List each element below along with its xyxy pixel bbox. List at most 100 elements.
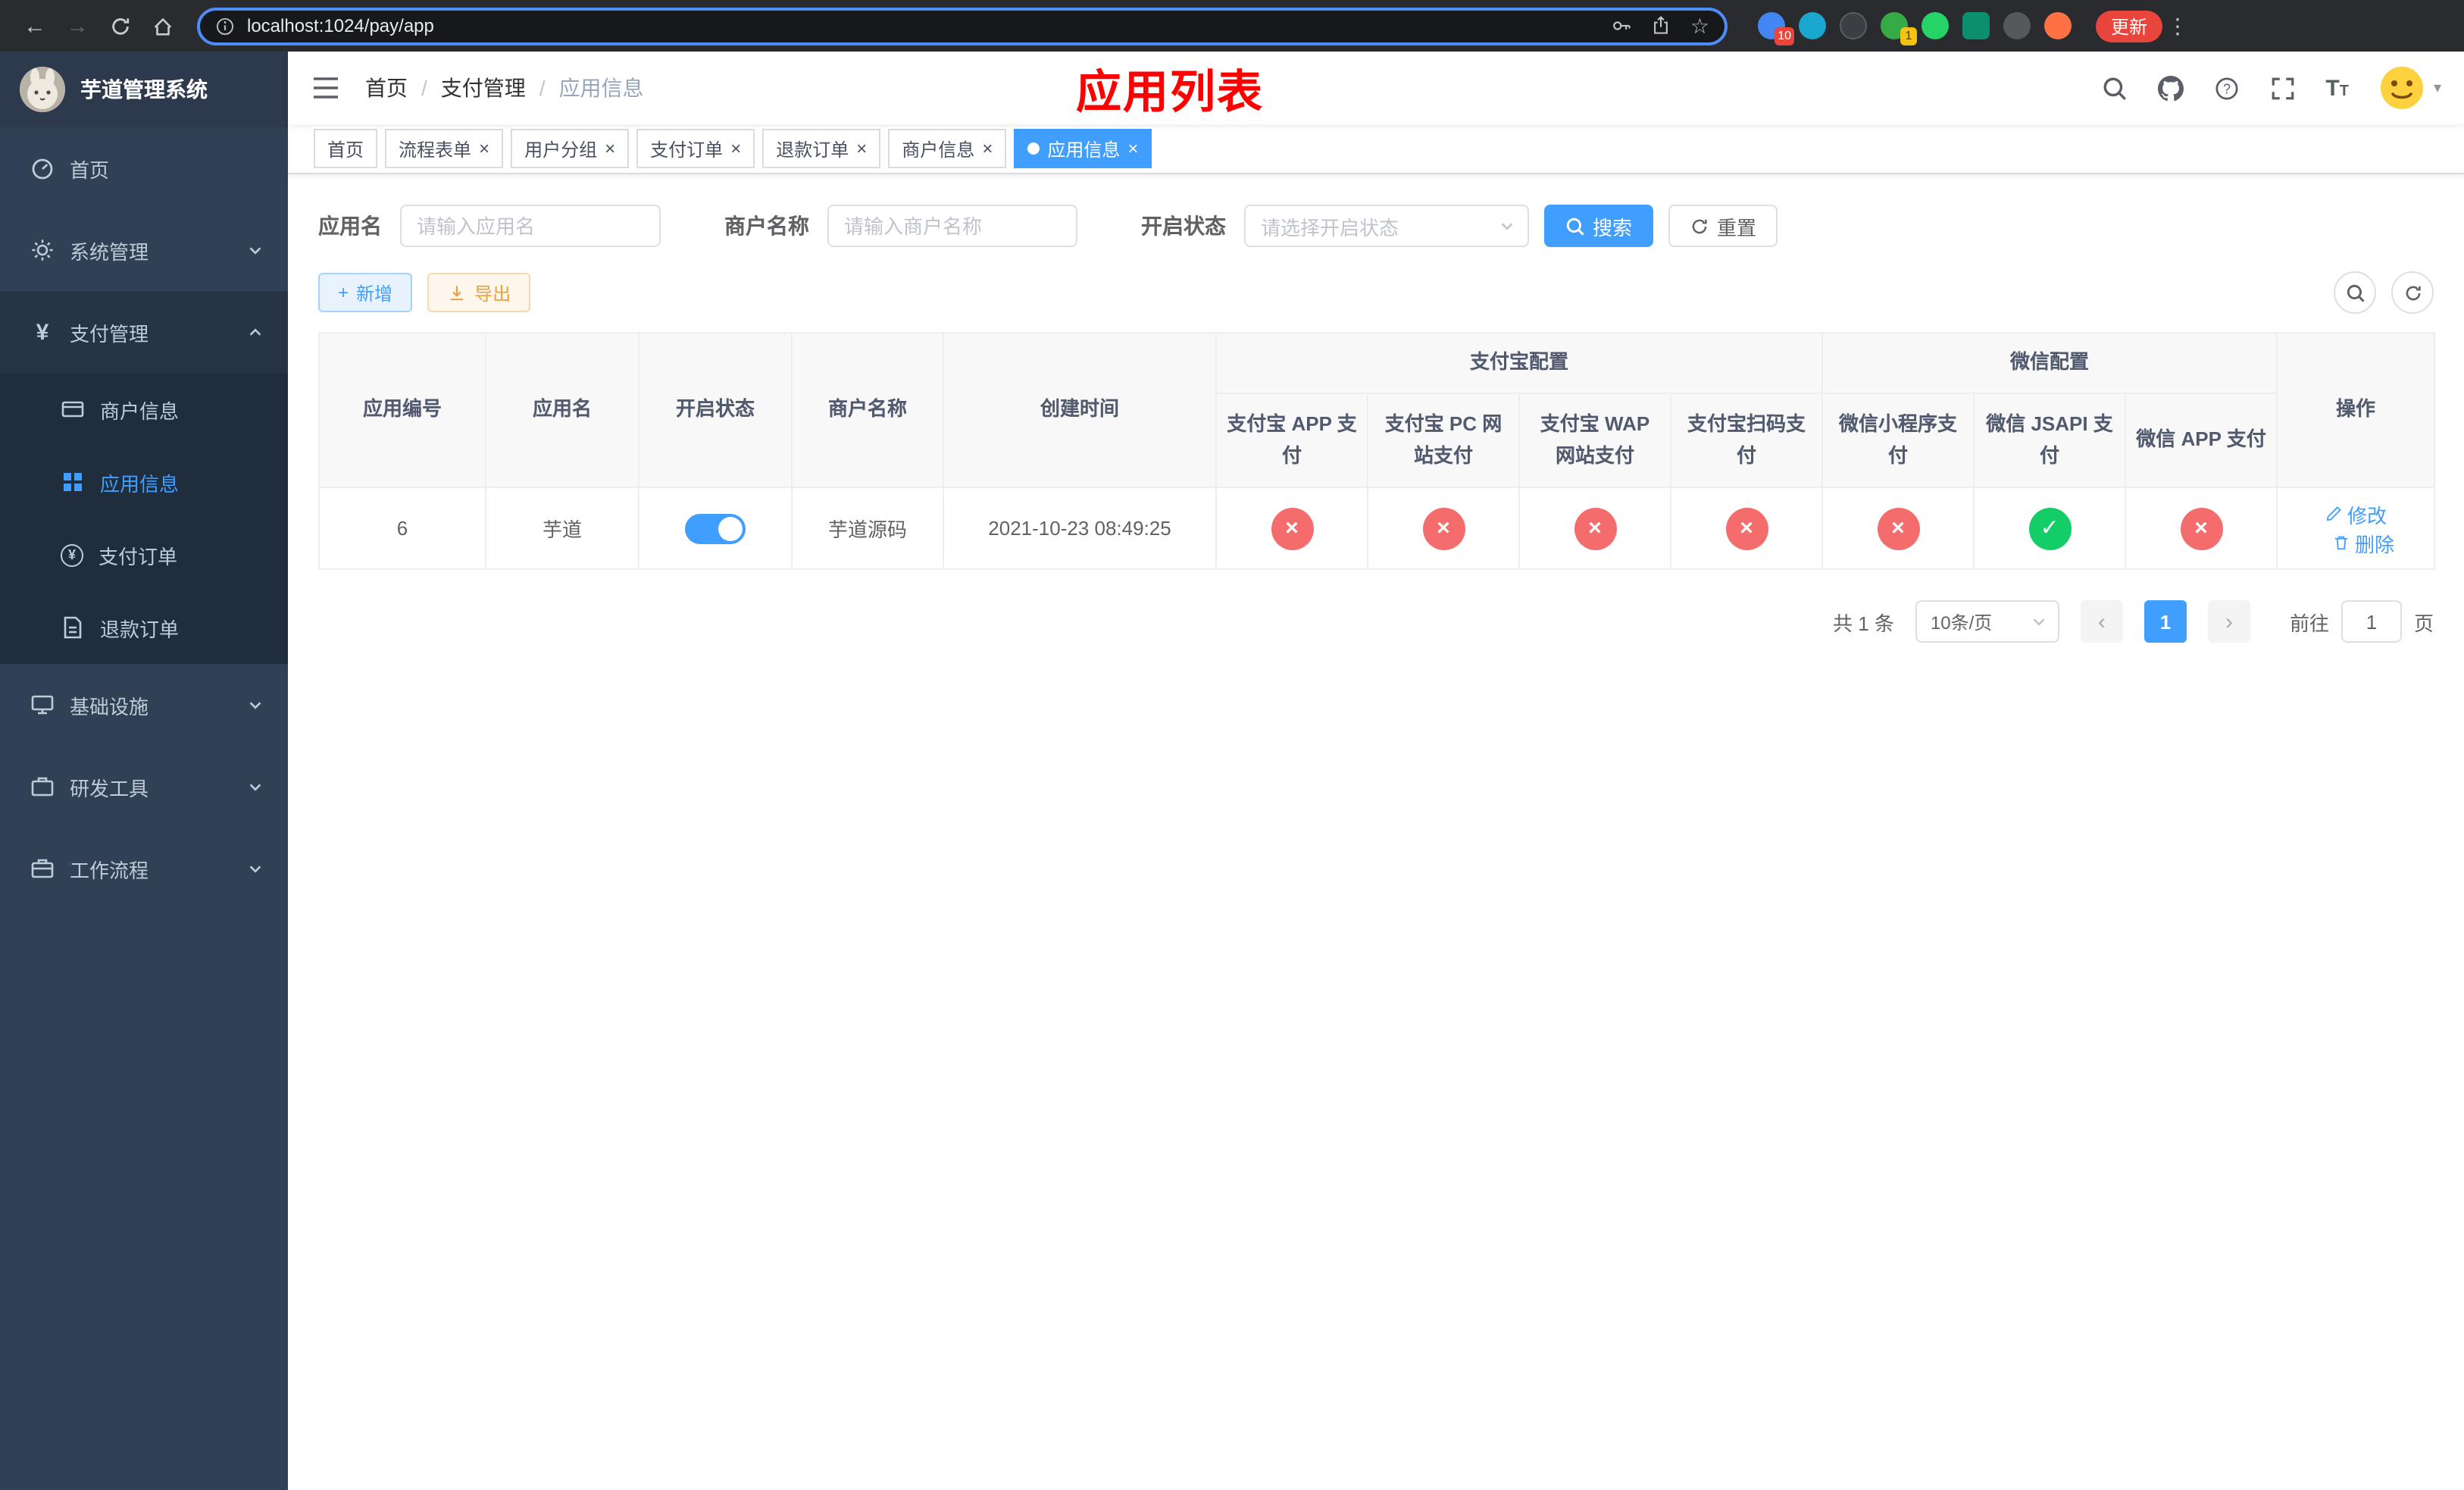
app-name-label: 应用名 <box>318 214 382 238</box>
close-icon[interactable]: × <box>479 139 489 158</box>
forward-button[interactable]: → <box>58 6 97 45</box>
extension-icon-2[interactable] <box>1799 12 1826 39</box>
sidebar: 芋道管理系统 首页 系统管理 ¥ 支付管理 商户信息 应用信息 ¥ 支付订单 退… <box>0 52 288 1490</box>
tab-user-group[interactable]: 用户分组 × <box>511 129 630 168</box>
pagination: 共 1 条 10条/页 ‹ 1 › 前往 页 <box>318 600 2434 643</box>
page-size-select[interactable]: 10条/页 <box>1915 600 2059 643</box>
close-icon[interactable]: × <box>605 139 615 158</box>
close-icon[interactable]: × <box>1127 139 1138 158</box>
sidebar-item-app-info[interactable]: 应用信息 <box>0 446 288 518</box>
page-1-button[interactable]: 1 <box>2143 600 2187 643</box>
gear-icon <box>32 239 53 261</box>
breadcrumb-separator: / <box>539 76 546 100</box>
extension-icon-8[interactable] <box>2044 12 2072 39</box>
url-text[interactable]: localhost:1024/pay/app <box>247 15 1599 36</box>
status-select[interactable]: 请选择开启状态 <box>1244 205 1529 247</box>
tab-app-info[interactable]: 应用信息 × <box>1014 129 1152 168</box>
close-icon[interactable]: × <box>856 139 867 158</box>
delete-button[interactable]: 删除 <box>2332 528 2394 557</box>
sidebar-item-label: 研发工具 <box>70 777 149 800</box>
font-size-icon[interactable]: TT <box>2325 77 2349 99</box>
tab-label: 支付订单 <box>650 139 724 160</box>
page-info-icon[interactable] <box>215 16 235 36</box>
reset-button[interactable]: 重置 <box>1668 205 1778 247</box>
edit-button[interactable]: 修改 <box>2325 499 2387 528</box>
chevron-down-icon <box>1501 222 1513 230</box>
page-header: 首页 / 支付管理 / 应用信息 应用列表 ? TT ▾ <box>288 52 2464 124</box>
status-toggle[interactable] <box>685 513 746 543</box>
back-button[interactable]: ← <box>15 6 55 45</box>
tab-process-form[interactable]: 流程表单 × <box>385 129 504 168</box>
share-icon[interactable] <box>1651 15 1672 36</box>
sidebar-menu: 首页 系统管理 ¥ 支付管理 商户信息 应用信息 ¥ 支付订单 退款订单 基础设… <box>0 127 288 1490</box>
close-icon[interactable]: × <box>730 139 741 158</box>
sidebar-item-label: 退款订单 <box>100 618 180 640</box>
merchant-name-input[interactable] <box>827 205 1077 247</box>
export-button[interactable]: 导出 <box>427 273 531 312</box>
total-count: 共 1 条 <box>1833 612 1894 634</box>
github-icon[interactable] <box>2157 75 2184 101</box>
bookmark-star-icon[interactable]: ☆ <box>1690 15 1709 36</box>
sidebar-item-infrastructure[interactable]: 基础设施 <box>0 664 288 746</box>
wechat-app-status-icon: × <box>2180 507 2223 549</box>
merchant-name-label: 商户名称 <box>724 214 809 238</box>
extension-icon-1[interactable]: 10 <box>1758 12 1794 45</box>
sidebar-item-dev-tools[interactable]: 研发工具 <box>0 746 288 828</box>
sidebar-logo: 芋道管理系统 <box>0 52 288 127</box>
cell-created: 2021-10-23 08:49:25 <box>943 487 1217 570</box>
collapse-sidebar-icon[interactable] <box>311 74 341 102</box>
toggle-search-button[interactable] <box>2334 271 2376 314</box>
tab-pay-orders[interactable]: 支付订单 × <box>636 129 755 168</box>
monitor-icon <box>31 695 54 715</box>
screen: ← → localhost:1024/pay/app ☆ 10 1 更新 ⋮ 芋… <box>0 0 2464 1490</box>
extensions-area: 10 1 <box>1758 12 2072 45</box>
tab-home[interactable]: 首页 <box>314 129 378 168</box>
add-button[interactable]: + 新增 <box>318 273 413 312</box>
prev-page-button[interactable]: ‹ <box>2080 600 2123 643</box>
reload-button[interactable] <box>100 6 139 45</box>
page-title: 应用列表 <box>1076 68 1264 118</box>
browser-menu-icon[interactable]: ⋮ <box>2165 13 2190 39</box>
apps-table: 应用编号 应用名 开启状态 商户名称 创建时间 支付宝配置 微信配置 操作 支付… <box>318 332 2436 570</box>
sidebar-item-pay-orders[interactable]: ¥ 支付订单 <box>0 518 288 591</box>
home-button[interactable] <box>142 6 182 45</box>
close-icon[interactable]: × <box>982 139 993 158</box>
search-icon <box>1566 217 1584 235</box>
goto-page-input[interactable] <box>2340 600 2402 643</box>
tab-label: 商户信息 <box>902 139 975 160</box>
search-button[interactable]: 搜索 <box>1544 205 1654 247</box>
wechat-mini-status-icon: × <box>1877 507 1920 549</box>
help-icon[interactable]: ? <box>2213 75 2239 101</box>
url-bar[interactable]: localhost:1024/pay/app ☆ <box>197 7 1728 45</box>
sidebar-item-system[interactable]: 系统管理 <box>0 209 288 291</box>
app-name-input[interactable] <box>400 205 661 247</box>
fullscreen-icon[interactable] <box>2269 75 2295 101</box>
password-key-icon[interactable] <box>1612 15 1633 36</box>
extension-icon-5[interactable] <box>1921 12 1949 39</box>
sidebar-item-label: 支付管理 <box>70 322 149 345</box>
extension-icon-7[interactable] <box>2003 12 2031 39</box>
extension-icon-6[interactable] <box>1962 12 1990 39</box>
sidebar-item-home[interactable]: 首页 <box>0 127 288 209</box>
user-menu[interactable]: ▾ <box>2379 65 2441 111</box>
sidebar-item-refund-orders[interactable]: 退款订单 <box>0 591 288 664</box>
tab-refund-orders[interactable]: 退款订单 × <box>762 129 881 168</box>
breadcrumb-home[interactable]: 首页 <box>365 73 408 103</box>
extension-icon-4[interactable]: 1 <box>1881 12 1917 45</box>
chrome-update-button[interactable]: 更新 <box>2096 10 2163 42</box>
search-icon[interactable] <box>2101 75 2127 101</box>
wechat-jsapi-status-icon: ✓ <box>2028 507 2072 549</box>
next-page-button[interactable]: › <box>2207 600 2250 643</box>
alipay-app-status-icon: × <box>1271 507 1313 549</box>
breadcrumb-payment[interactable]: 支付管理 <box>441 73 526 103</box>
tab-label: 流程表单 <box>399 139 472 160</box>
sidebar-item-payment[interactable]: ¥ 支付管理 <box>0 291 288 373</box>
yen-icon: ¥ <box>36 319 49 345</box>
caret-down-icon: ▾ <box>2433 80 2441 96</box>
sidebar-item-merchant-info[interactable]: 商户信息 <box>0 373 288 446</box>
sidebar-item-workflow[interactable]: 工作流程 <box>0 828 288 909</box>
tab-merchant-info[interactable]: 商户信息 × <box>888 129 1007 168</box>
extension-icon-3[interactable] <box>1840 12 1867 39</box>
col-header-status: 开启状态 <box>638 332 793 488</box>
refresh-table-button[interactable] <box>2391 271 2434 314</box>
